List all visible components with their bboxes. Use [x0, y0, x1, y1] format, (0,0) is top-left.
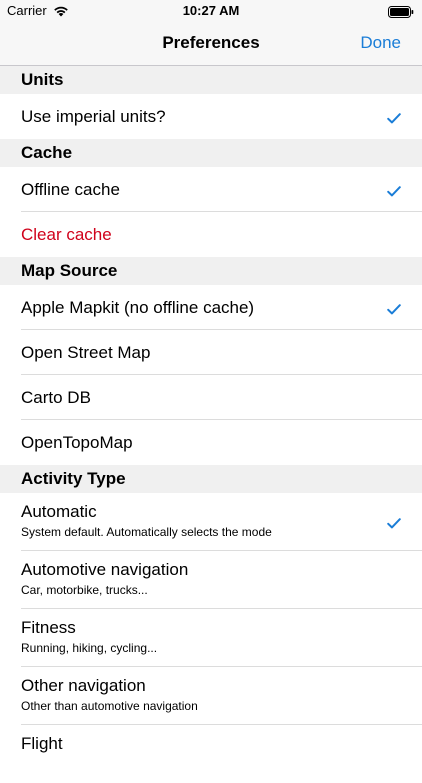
cell-offline-cache[interactable]: Offline cache: [0, 167, 422, 212]
preferences-table: Units Use imperial units? Cache Offline …: [0, 66, 422, 783]
cell-fitness[interactable]: Fitness Running, hiking, cycling...: [0, 609, 422, 667]
done-button[interactable]: Done: [360, 22, 401, 64]
status-bar: Carrier 10:27 AM: [0, 0, 422, 22]
cell-subtitle: Other than automotive navigation: [21, 699, 198, 713]
battery-icon: [388, 5, 414, 18]
navigation-bar: Preferences Done: [0, 22, 422, 66]
cell-opentopomap[interactable]: OpenTopoMap: [0, 420, 422, 465]
cell-flight[interactable]: Flight: [0, 725, 422, 783]
cell-label: Carto DB: [21, 388, 91, 407]
checkmark-icon: [387, 516, 401, 529]
checkmark-icon: [387, 302, 401, 315]
cell-subtitle: System default. Automatically selects th…: [21, 525, 272, 539]
cell-automatic[interactable]: Automatic System default. Automatically …: [0, 493, 422, 551]
checkmark-icon: [387, 111, 401, 124]
section-header-activity-type: Activity Type: [0, 465, 422, 493]
cell-subtitle: Running, hiking, cycling...: [21, 641, 158, 655]
cell-label: Apple Mapkit (no offline cache): [21, 298, 255, 317]
cell-open-street-map[interactable]: Open Street Map: [0, 330, 422, 375]
clear-cache-button[interactable]: Clear cache: [21, 212, 112, 257]
cell-carto-db[interactable]: Carto DB: [0, 375, 422, 420]
checkmark-icon: [387, 184, 401, 197]
cell-clear-cache[interactable]: Clear cache: [0, 212, 422, 257]
section-header-units: Units: [0, 66, 422, 94]
cell-subtitle: Car, motorbike, trucks...: [21, 583, 148, 597]
cell-label: OpenTopoMap: [21, 433, 133, 452]
cell-label: Use imperial units?: [21, 107, 166, 126]
cell-label: Fitness: [21, 618, 76, 637]
section-header-map-source: Map Source: [0, 257, 422, 285]
cell-label: Automatic: [21, 502, 97, 521]
status-time: 10:27 AM: [182, 3, 240, 18]
section-header-cache: Cache: [0, 139, 422, 167]
cell-label: Offline cache: [21, 180, 120, 199]
cell-label: Other navigation: [21, 676, 146, 695]
cell-apple-mapkit[interactable]: Apple Mapkit (no offline cache): [0, 285, 422, 330]
cell-label: Open Street Map: [21, 343, 151, 362]
cell-label: Automotive navigation: [21, 560, 189, 579]
cell-automotive-navigation[interactable]: Automotive navigation Car, motorbike, tr…: [0, 551, 422, 609]
cell-other-navigation[interactable]: Other navigation Other than automotive n…: [0, 667, 422, 725]
cell-label: Flight: [21, 734, 63, 753]
cell-use-imperial-units[interactable]: Use imperial units?: [0, 94, 422, 139]
page-title: Preferences: [162, 33, 260, 52]
